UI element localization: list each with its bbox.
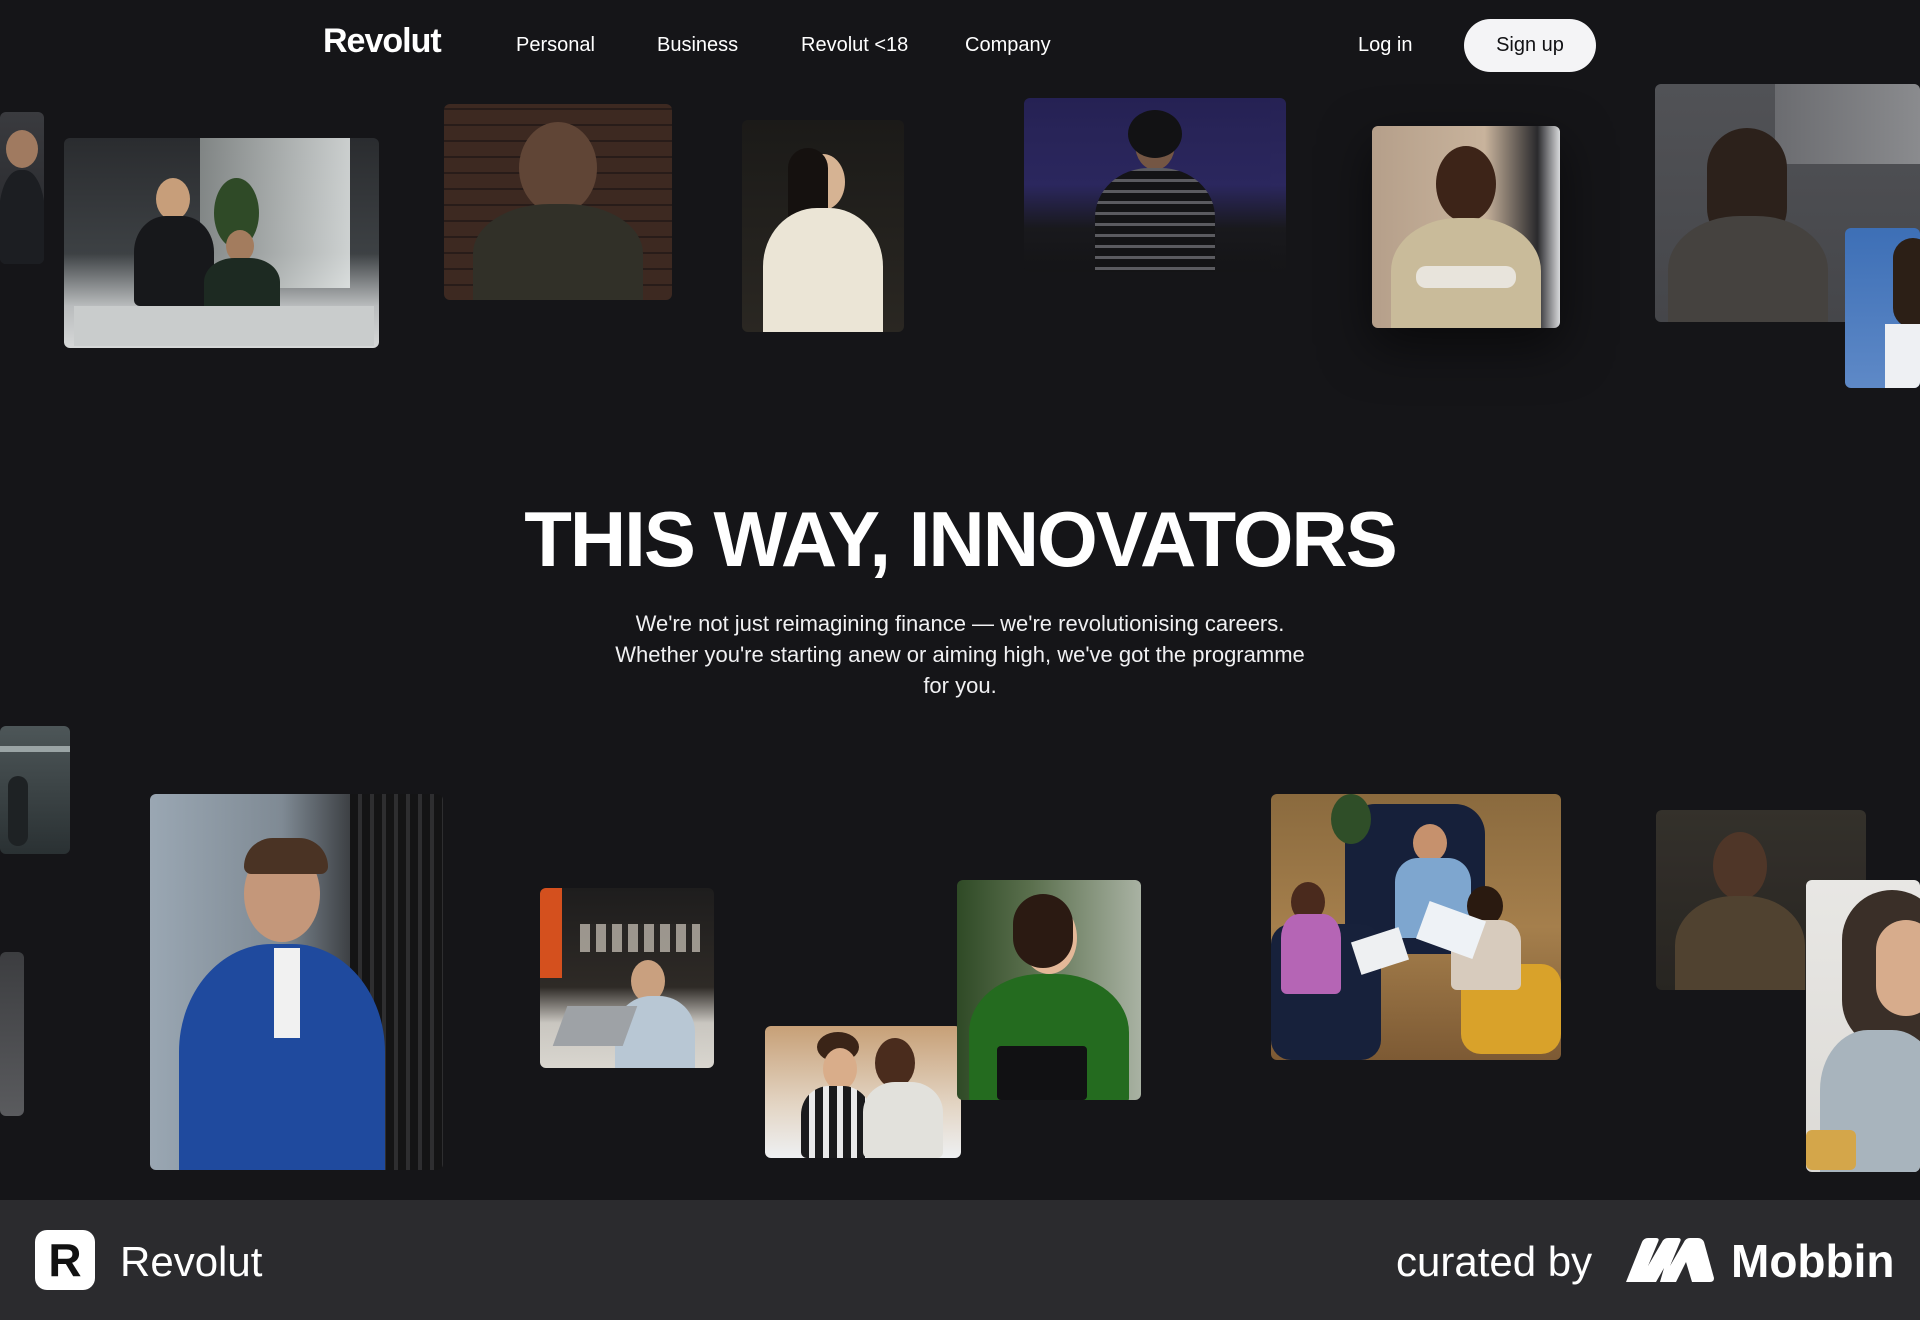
nav-link-personal[interactable]: Personal: [516, 34, 595, 57]
login-link[interactable]: Log in: [1358, 34, 1413, 57]
mobbin-wordmark: Mobbin: [1731, 1235, 1895, 1287]
photo-gym-left-edge: [0, 726, 70, 854]
revolut-app-icon: R: [35, 1230, 95, 1290]
photo-two-colleagues-laptop: [765, 1026, 961, 1158]
photo-office-laptops: [64, 138, 379, 348]
photo-woman-laptop-right-edge: [1845, 228, 1920, 388]
photo-man-left-edge: [0, 112, 44, 264]
curated-by-label: curated by: [1396, 1238, 1593, 1285]
hero-title: THIS WAY, INNOVATORS: [524, 495, 1398, 583]
photo-woman-phone: [742, 120, 904, 332]
hero-subtitle-line-1: We're not just reimagining finance — we'…: [635, 611, 1285, 636]
hero-subtitle: We're not just reimagining finance — we'…: [560, 608, 1360, 701]
photo-smiling-woman-green: [957, 880, 1141, 1100]
nav-link-revolut-under-18[interactable]: Revolut <18: [801, 34, 908, 57]
photo-man-blue-suit: [150, 794, 443, 1170]
careers-page: Revolut Personal Business Revolut <18 Co…: [0, 0, 1920, 1200]
nav-link-company[interactable]: Company: [965, 34, 1051, 57]
photo-smiling-man-brick: [444, 104, 672, 300]
mobbin-logo-icon: [1626, 1238, 1714, 1282]
hero-subtitle-line-3: for you.: [923, 673, 997, 698]
revolut-logo[interactable]: Revolut: [323, 22, 442, 61]
photo-team-reviewing-documents: [1271, 794, 1561, 1060]
photo-woman-presenting: [1024, 98, 1286, 272]
curated-footer-bar: R Revolut curated by Mobbin: [0, 1200, 1920, 1320]
photo-woman-knit-sweater: [1806, 880, 1920, 1172]
nav-link-business[interactable]: Business: [657, 34, 738, 57]
hero-subtitle-line-2: Whether you're starting anew or aiming h…: [615, 642, 1305, 667]
signup-button[interactable]: Sign up: [1464, 19, 1596, 72]
footer-brand-name: Revolut: [120, 1238, 263, 1285]
photo-woman-sweater-vest: [1372, 126, 1560, 328]
revolut-r-icon: R: [48, 1234, 82, 1286]
photo-man-laptop-cafe: [540, 888, 714, 1068]
photo-left-edge-small: [0, 952, 24, 1116]
top-navigation: Revolut Personal Business Revolut <18 Co…: [0, 0, 1920, 92]
